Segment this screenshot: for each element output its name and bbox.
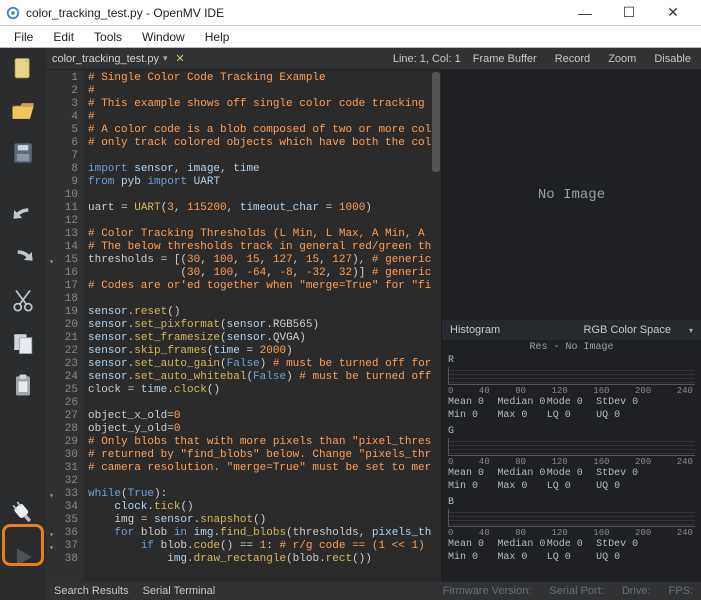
main-area: color_tracking_test.py ▾ ✕ Line: 1, Col:… (46, 48, 701, 600)
histogram-body: Res - No Image R04080120160200240Mean 0M… (442, 340, 701, 600)
scrollbar-thumb[interactable] (432, 72, 440, 172)
window-maximize-button[interactable]: ☐ (607, 0, 651, 26)
menu-window[interactable]: Window (132, 28, 195, 46)
new-file-button[interactable] (6, 54, 40, 84)
stat-median: Median 0 (497, 467, 546, 480)
channel-stats: Mean 0Median 0Mode 0StDev 0 Min 0Max 0LQ … (448, 467, 695, 493)
right-panel: No Image Histogram RGB Color Space ▾ Res… (441, 70, 701, 600)
histogram-header: Histogram RGB Color Space ▾ (442, 320, 701, 340)
stat-mean: Mean 0 (448, 467, 497, 480)
channel-plot (448, 367, 695, 385)
status-firmware: Firmware Version: (443, 585, 532, 597)
undo-button[interactable] (6, 202, 40, 232)
stat-median: Median 0 (497, 396, 546, 409)
stat-mean: Mean 0 (448, 538, 497, 551)
stat-mode: Mode 0 (547, 467, 596, 480)
status-bar: Search Results Serial Terminal Firmware … (46, 582, 701, 600)
stat-lq: LQ 0 (547, 480, 596, 493)
menu-edit[interactable]: Edit (43, 28, 84, 46)
editor-panels-split: 123456789101112131415▾161718192021222324… (46, 70, 701, 600)
frame-buffer-placeholder: No Image (538, 187, 605, 203)
channel-axis: 04080120160200240 (448, 457, 695, 467)
histogram-resolution: Res - No Image (448, 342, 695, 353)
channel-axis: 04080120160200240 (448, 528, 695, 538)
histogram-channel-g: G 04080120160200240Mean 0Median 0Mode 0St… (448, 426, 695, 493)
workspace: color_tracking_test.py ▾ ✕ Line: 1, Col:… (0, 48, 701, 600)
line-number-gutter: 123456789101112131415▾161718192021222324… (46, 70, 84, 600)
channel-stats: Mean 0Median 0Mode 0StDev 0 Min 0Max 0LQ … (448, 538, 695, 564)
channel-plot (448, 509, 695, 527)
chevron-down-icon: ▾ (689, 326, 693, 335)
copy-button[interactable] (6, 328, 40, 358)
histogram-title: Histogram (450, 324, 500, 336)
run-button[interactable] (6, 542, 40, 572)
open-file-button[interactable] (6, 96, 40, 126)
channel-plot (448, 438, 695, 456)
cursor-position: Line: 1, Col: 1 (393, 53, 461, 65)
stat-min: Min 0 (448, 480, 497, 493)
menu-file[interactable]: File (4, 28, 43, 46)
stat-mean: Mean 0 (448, 396, 497, 409)
paste-button[interactable] (6, 370, 40, 400)
editor-tabbar: color_tracking_test.py ▾ ✕ Line: 1, Col:… (46, 48, 701, 70)
tab-filename: color_tracking_test.py (52, 53, 159, 65)
stat-min: Min 0 (448, 409, 497, 422)
channel-label: B (448, 497, 695, 508)
stat-uq: UQ 0 (596, 551, 645, 564)
connect-button[interactable] (6, 498, 40, 528)
histogram-channel-b: B 04080120160200240Mean 0Median 0Mode 0St… (448, 497, 695, 564)
code-area[interactable]: # Single Color Code Tracking Example## T… (84, 70, 441, 600)
cut-button[interactable] (6, 286, 40, 316)
window-minimize-button[interactable]: — (563, 0, 607, 26)
window-title: color_tracking_test.py - OpenMV IDE (26, 6, 563, 20)
menu-tools[interactable]: Tools (84, 28, 132, 46)
color-space-selector[interactable]: RGB Color Space ▾ (584, 324, 693, 336)
stat-mode: Mode 0 (547, 396, 596, 409)
frame-buffer-label[interactable]: Frame Buffer (473, 53, 537, 65)
editor-scrollbar[interactable] (431, 70, 441, 600)
menu-bar: File Edit Tools Window Help (0, 26, 701, 48)
stat-uq: UQ 0 (596, 409, 645, 422)
color-space-value: RGB Color Space (584, 324, 671, 336)
stat-lq: LQ 0 (547, 551, 596, 564)
status-search-results[interactable]: Search Results (54, 585, 129, 597)
stat-stdev: StDev 0 (596, 538, 645, 551)
save-file-button[interactable] (6, 138, 40, 168)
channel-stats: Mean 0Median 0Mode 0StDev 0 Min 0Max 0LQ … (448, 396, 695, 422)
left-toolbar (0, 48, 46, 600)
chevron-down-icon: ▾ (163, 53, 168, 64)
stat-median: Median 0 (497, 538, 546, 551)
channel-label: R (448, 355, 695, 366)
status-serial-port: Serial Port: (549, 585, 603, 597)
menu-help[interactable]: Help (195, 28, 240, 46)
window-close-button[interactable]: ✕ (651, 0, 695, 26)
channel-label: G (448, 426, 695, 437)
histogram-channel-r: R 04080120160200240Mean 0Median 0Mode 0St… (448, 355, 695, 422)
record-button[interactable]: Record (555, 53, 590, 65)
editor-tab[interactable]: color_tracking_test.py ▾ ✕ (52, 52, 185, 65)
zoom-button[interactable]: Zoom (608, 53, 636, 65)
channel-axis: 04080120160200240 (448, 386, 695, 396)
app-icon (6, 6, 20, 20)
stat-min: Min 0 (448, 551, 497, 564)
frame-buffer-view[interactable]: No Image (442, 70, 701, 320)
stat-stdev: StDev 0 (596, 396, 645, 409)
stat-max: Max 0 (497, 409, 546, 422)
stat-stdev: StDev 0 (596, 467, 645, 480)
stat-lq: LQ 0 (547, 409, 596, 422)
redo-button[interactable] (6, 244, 40, 274)
status-fps: FPS: (669, 585, 693, 597)
stat-max: Max 0 (497, 551, 546, 564)
tab-close-icon[interactable]: ✕ (176, 52, 185, 65)
stat-mode: Mode 0 (547, 538, 596, 551)
stat-max: Max 0 (497, 480, 546, 493)
code-editor[interactable]: 123456789101112131415▾161718192021222324… (46, 70, 441, 600)
disable-button[interactable]: Disable (654, 53, 691, 65)
status-serial-terminal[interactable]: Serial Terminal (143, 585, 216, 597)
status-drive: Drive: (622, 585, 651, 597)
stat-uq: UQ 0 (596, 480, 645, 493)
window-titlebar: color_tracking_test.py - OpenMV IDE — ☐ … (0, 0, 701, 26)
